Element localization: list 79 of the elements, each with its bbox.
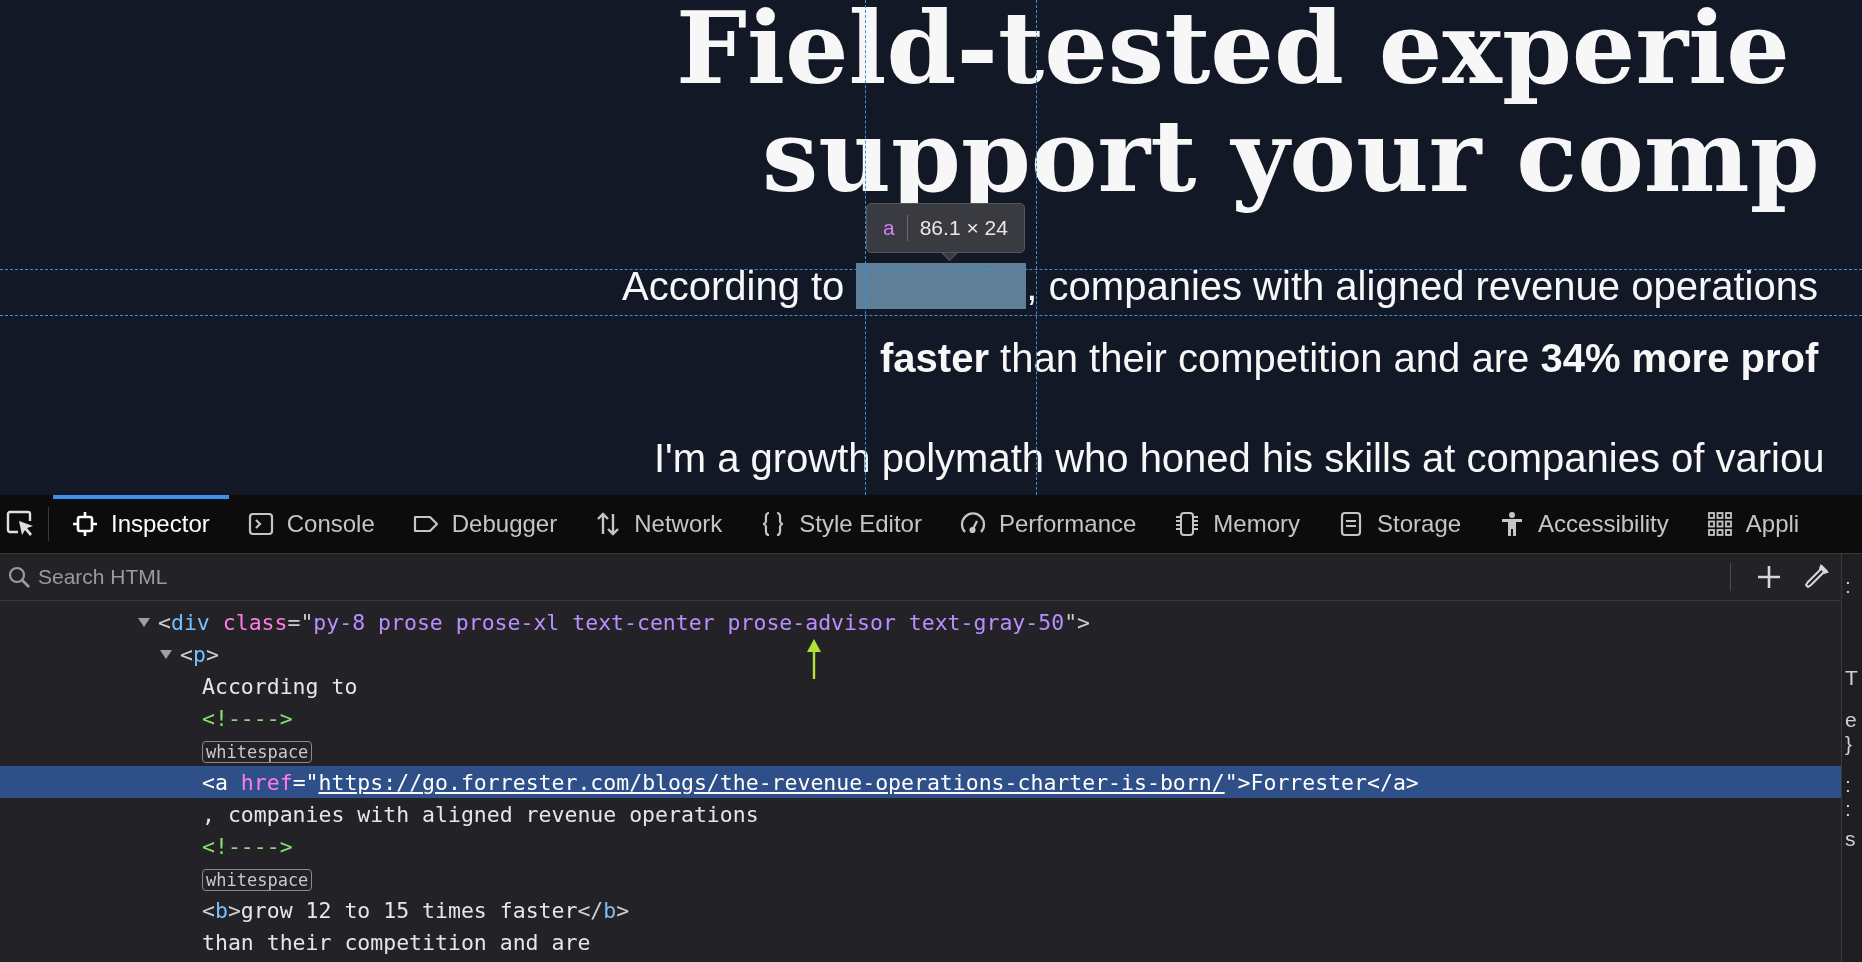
markup-text: <: [180, 641, 193, 667]
tag-name: div: [170, 609, 210, 635]
search-icon: [8, 566, 30, 588]
devtools-tab[interactable]: Style Editor: [741, 495, 941, 553]
markup-text: >: [616, 897, 630, 923]
tag-name: p: [192, 641, 206, 667]
attribute-value: py-8 prose prose-xl text-center prose-advisor text-gray-50: [313, 609, 1065, 635]
devtools-tab[interactable]: Network: [576, 495, 742, 553]
markup-text: >: [1405, 769, 1419, 795]
tag-name: b: [603, 897, 617, 923]
markup-row[interactable]: <b>grow 12 to 15 times faster</b>: [0, 894, 1841, 926]
node-text: According to: [202, 673, 358, 699]
whitespace-badge: whitespace: [202, 740, 313, 763]
markup-text: <: [158, 609, 171, 635]
devtools-tab[interactable]: Inspector: [53, 495, 229, 553]
comment-text: <!---->: [202, 833, 293, 859]
attribute-name: href: [239, 769, 293, 795]
side-panel-text: :: [1845, 574, 1852, 598]
tag-name: a: [214, 769, 228, 795]
markup-row[interactable]: <!---->: [0, 702, 1841, 734]
link-url[interactable]: https://go.forrester.com/blogs/the-revenue-operations-charter-is-born/: [318, 769, 1225, 795]
markup-row[interactable]: <p>: [0, 638, 1841, 670]
markup-row[interactable]: According to: [0, 670, 1841, 702]
side-panel-text: :: [1845, 773, 1852, 797]
markup-text: ">: [1224, 769, 1251, 795]
node-text: Forrester: [1250, 769, 1367, 795]
up-arrow-icon: [806, 639, 822, 679]
expanded-triangle-icon[interactable]: [159, 648, 173, 660]
markup-row[interactable]: <a href="https://go.forrester.com/blogs/the-revenue-operations-charter-is-born/">Forrester</a>: [0, 766, 1841, 798]
markup-row[interactable]: <div class="py-8 prose prose-xl text-center prose-advisor text-gray-50">: [0, 606, 1841, 638]
devtools-tab[interactable]: Performance: [940, 495, 1156, 553]
expanded-triangle-icon[interactable]: [137, 616, 151, 628]
inspector-icon: [72, 511, 98, 537]
side-panel-text: T: [1845, 666, 1859, 690]
tooltip-tag: a: [883, 216, 895, 240]
markup-text: </: [1367, 769, 1393, 795]
side-panel-text: }: [1845, 732, 1853, 756]
markup-row[interactable]: than their competition and are: [0, 926, 1841, 958]
search-field[interactable]: Search HTML: [36, 564, 1730, 590]
attribute-name: class: [221, 609, 288, 635]
markup-text: </: [577, 897, 604, 923]
markup-text: ">: [1064, 609, 1090, 635]
paragraph-text: faster than their competition and are 34% more prof: [879, 335, 1820, 382]
markup-text: =": [292, 769, 319, 795]
tag-name: b: [214, 897, 228, 923]
tooltip-size: 86.1 × 24: [919, 216, 1008, 240]
headline-text: Field-tested experie: [675, 0, 1791, 102]
node-text: , companies with aligned revenue operations: [202, 801, 759, 827]
console-icon: [247, 511, 274, 537]
markup-row[interactable]: , companies with aligned revenue operations: [0, 798, 1841, 830]
devtools-tab[interactable]: Appli: [1687, 495, 1819, 553]
devtools-tab[interactable]: Debugger: [393, 495, 577, 553]
devtools-tab[interactable]: Console: [228, 495, 394, 553]
markup-row[interactable]: whitespace: [0, 862, 1841, 894]
markup-row[interactable]: <!---->: [0, 830, 1841, 862]
node-text: grow 12 to 15 times faster: [240, 897, 578, 923]
markup-text: >: [205, 641, 219, 667]
devtools-tab[interactable]: Accessibility: [1480, 495, 1688, 553]
storage-icon: [1338, 511, 1364, 537]
side-panel-text: s: [1845, 827, 1857, 851]
markup-text: >: [227, 897, 241, 923]
markup-text: =": [287, 609, 314, 635]
devtools-tab[interactable]: Storage: [1319, 495, 1481, 553]
devtools-tab[interactable]: Memory: [1155, 495, 1319, 553]
markup-row[interactable]: whitespace: [0, 734, 1841, 766]
network-icon: [595, 511, 622, 537]
tag-name: a: [1392, 769, 1406, 795]
paragraph-text: , companies with aligned revenue operations: [1026, 263, 1818, 310]
paragraph-text: According to: [622, 263, 845, 310]
side-panel-text: :: [1845, 797, 1852, 821]
memory-icon: [1174, 511, 1201, 537]
node-text: than their competition and are: [202, 929, 591, 955]
comment-text: <!---->: [202, 705, 293, 731]
paragraph-text: I'm a growth polymath who honed his skills at companies of variou: [653, 435, 1826, 482]
markup-text: <: [202, 897, 215, 923]
whitespace-badge: whitespace: [202, 868, 313, 891]
grid-icon: [1706, 511, 1733, 537]
side-panel-text: e: [1845, 708, 1858, 732]
markup-text: <: [202, 769, 215, 795]
